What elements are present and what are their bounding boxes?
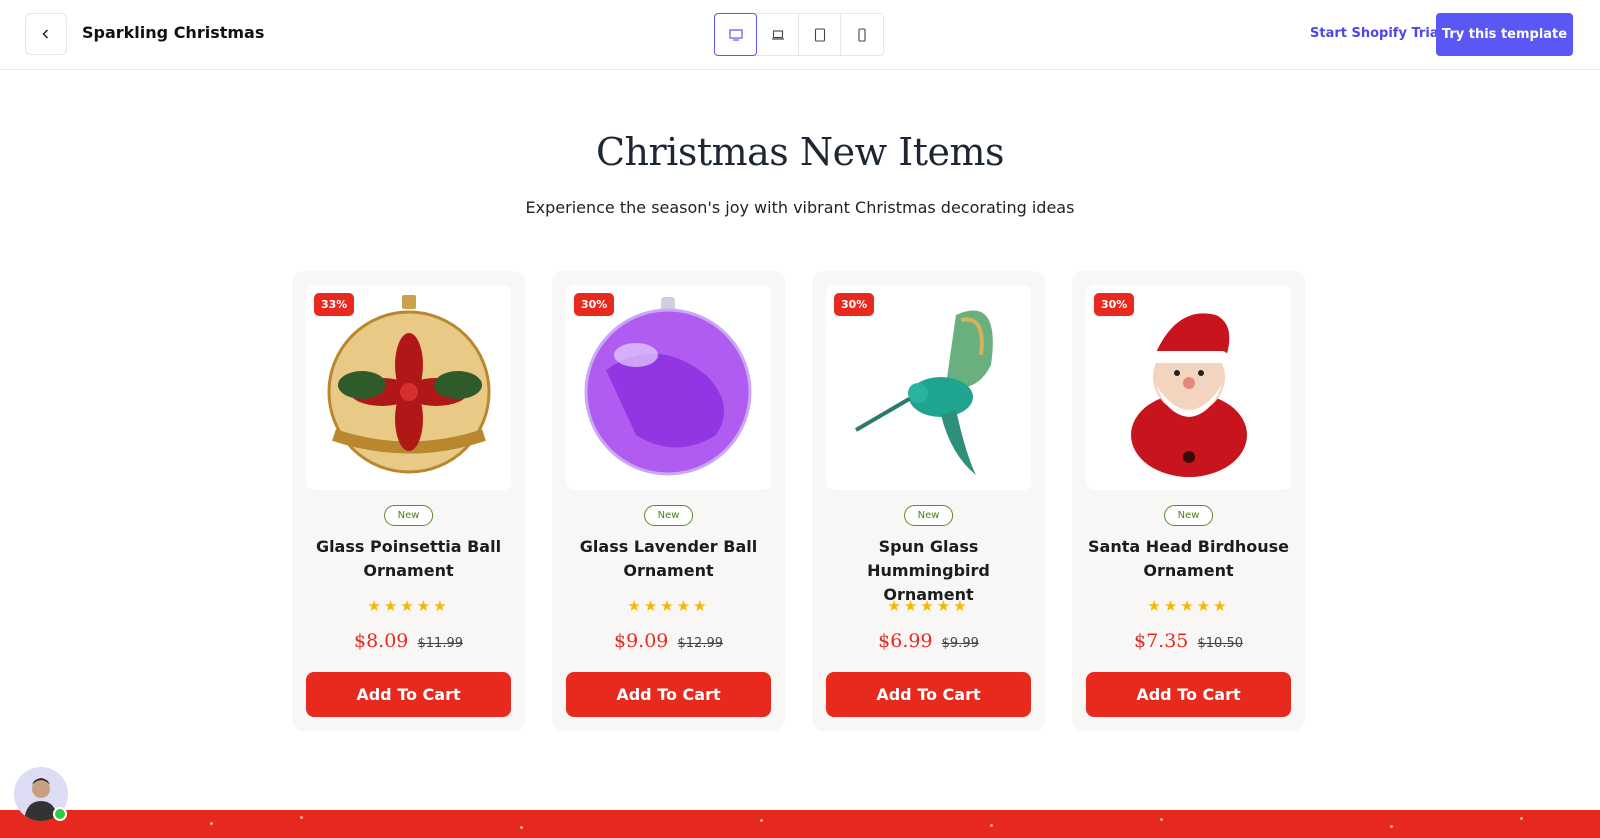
product-card[interactable]: 30% New Glass Lavender Ball Ornament ★★★… — [552, 271, 785, 731]
snow-dot — [1520, 817, 1523, 820]
start-trial-link[interactable]: Start Shopify Trial — [1310, 26, 1443, 41]
discount-badge: 30% — [834, 293, 875, 316]
sale-price: $9.09 — [614, 630, 669, 652]
device-switcher — [714, 13, 884, 56]
online-status-dot — [53, 807, 67, 821]
snow-dot — [990, 824, 993, 827]
add-to-cart-button[interactable]: Add To Cart — [566, 672, 771, 717]
price-row: $9.09 $12.99 — [552, 630, 785, 652]
new-tag: New — [383, 505, 434, 526]
rating-stars: ★★★★★ — [627, 597, 710, 615]
price-row: $6.99 $9.99 — [812, 630, 1045, 652]
new-tag: New — [1163, 505, 1214, 526]
section-subtitle: Experience the season's joy with vibrant… — [525, 198, 1075, 217]
price-row: $8.09 $11.99 — [292, 630, 525, 652]
rating-stars: ★★★★★ — [367, 597, 450, 615]
product-name[interactable]: Glass Poinsettia Ball Ornament — [302, 535, 515, 583]
original-price: $10.50 — [1197, 636, 1244, 651]
add-to-cart-button[interactable]: Add To Cart — [1086, 672, 1291, 717]
discount-badge: 33% — [314, 293, 355, 316]
desktop-icon — [728, 28, 743, 41]
chevron-left-icon — [42, 29, 49, 39]
product-image[interactable]: 30% — [566, 285, 771, 490]
product-image[interactable]: 33% — [306, 285, 511, 490]
product-card[interactable]: 30% New Santa Head Birdhouse Ornament ★★… — [1072, 271, 1305, 731]
laptop-icon — [771, 29, 784, 40]
product-image[interactable]: 30% — [826, 285, 1031, 490]
product-card[interactable]: 33% New Glass Poinsettia Ball Ornament ★… — [292, 271, 525, 731]
product-name[interactable]: Santa Head Birdhouse Ornament — [1082, 535, 1295, 583]
tablet-view-button[interactable] — [799, 14, 841, 55]
try-template-button[interactable]: Try this template — [1436, 13, 1573, 56]
snow-dot — [1390, 825, 1393, 828]
original-price: $12.99 — [677, 636, 724, 651]
original-price: $9.99 — [941, 636, 979, 651]
discount-badge: 30% — [574, 293, 615, 316]
sale-price: $6.99 — [878, 630, 933, 652]
store-title: Sparkling Christmas — [82, 23, 265, 42]
product-grid: 33% New Glass Poinsettia Ball Ornament ★… — [292, 271, 1305, 731]
section-title: Christmas New Items — [595, 130, 1005, 174]
top-bar: Sparkling Christmas Start Shopify Trial … — [0, 0, 1600, 70]
snow-dot — [520, 826, 523, 829]
mobile-icon — [858, 27, 866, 42]
new-tag: New — [643, 505, 694, 526]
sale-price: $7.35 — [1134, 630, 1189, 652]
product-name[interactable]: Glass Lavender Ball Ornament — [562, 535, 775, 583]
rating-stars: ★★★★★ — [1147, 597, 1230, 615]
add-to-cart-button[interactable]: Add To Cart — [826, 672, 1031, 717]
original-price: $11.99 — [417, 636, 464, 651]
price-row: $7.35 $10.50 — [1072, 630, 1305, 652]
sale-price: $8.09 — [354, 630, 409, 652]
new-tag: New — [903, 505, 954, 526]
product-image[interactable]: 30% — [1086, 285, 1291, 490]
snow-dot — [1160, 818, 1163, 821]
laptop-view-button[interactable] — [757, 14, 799, 55]
add-to-cart-button[interactable]: Add To Cart — [306, 672, 511, 717]
back-button[interactable] — [25, 13, 67, 55]
product-card[interactable]: 30% New Spun Glass Hummingbird Ornament … — [812, 271, 1045, 731]
mobile-view-button[interactable] — [841, 14, 883, 55]
footer-banner — [0, 810, 1600, 838]
snow-dot — [210, 822, 213, 825]
snow-dot — [760, 819, 763, 822]
desktop-view-button[interactable] — [714, 13, 757, 56]
discount-badge: 30% — [1094, 293, 1135, 316]
snow-dot — [300, 816, 303, 819]
tablet-icon — [814, 27, 825, 42]
rating-stars: ★★★★★ — [887, 597, 970, 615]
